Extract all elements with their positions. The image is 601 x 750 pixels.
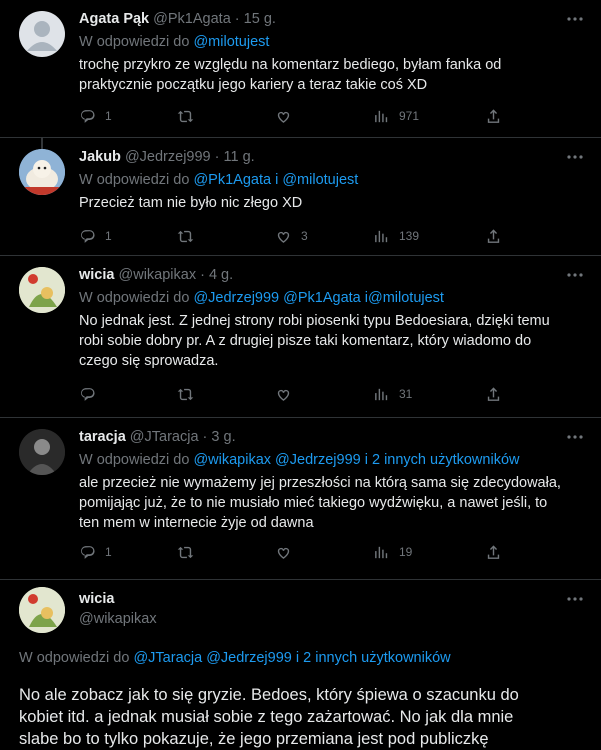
tweet-text: No jednak jest. Z jednej strony robi pio… bbox=[79, 313, 550, 369]
handle[interactable]: @wikapikax bbox=[119, 267, 197, 283]
reply-icon bbox=[81, 387, 95, 401]
replying-to: W odpowiedzi do @milotujest bbox=[79, 34, 270, 50]
tweet-text: Przecież tam nie było nic złego XD bbox=[79, 195, 303, 211]
reply-icon bbox=[81, 109, 95, 123]
share-button[interactable] bbox=[485, 226, 502, 246]
tweet-header: taracja @JTaracja · 3 g. bbox=[79, 429, 236, 445]
avatar[interactable] bbox=[19, 149, 65, 195]
like-icon bbox=[277, 547, 290, 559]
timestamp[interactable]: 11 g. bbox=[224, 149, 255, 165]
main-tweet-text: No ale zobacz jak to się gryzie. Bedoes,… bbox=[19, 686, 519, 748]
timestamp[interactable]: 3 g. bbox=[211, 429, 235, 445]
display-name[interactable]: taracja bbox=[79, 429, 126, 445]
more-icon[interactable] bbox=[565, 589, 585, 609]
share-button[interactable] bbox=[485, 106, 502, 126]
reply-tweet[interactable]: Agata Pąk @Pk1Agata · 15 g. W odpowiedzi… bbox=[0, 0, 601, 138]
tweet-text: ale przecież nie wymażemy jej przeszłośc… bbox=[79, 475, 561, 531]
retweet-button[interactable] bbox=[177, 226, 203, 246]
views-button[interactable]: 139 bbox=[373, 226, 419, 246]
like-button[interactable] bbox=[275, 542, 301, 562]
reply-button[interactable]: 1 bbox=[79, 226, 112, 246]
display-name[interactable]: Agata Pąk bbox=[79, 11, 149, 27]
share-icon bbox=[487, 228, 500, 243]
retweet-icon bbox=[177, 546, 194, 558]
views-button[interactable]: 31 bbox=[373, 384, 412, 404]
display-name[interactable]: Jakub bbox=[79, 149, 121, 165]
reply-icon bbox=[81, 229, 95, 243]
share-icon bbox=[487, 108, 500, 123]
retweet-icon bbox=[177, 110, 194, 122]
more-icon[interactable] bbox=[565, 265, 585, 285]
tweet-header: Agata Pąk @Pk1Agata · 15 g. bbox=[79, 11, 276, 27]
display-name[interactable]: wicia bbox=[79, 267, 114, 283]
views-button[interactable]: 971 bbox=[373, 106, 419, 126]
reply-tweet[interactable]: Jakub @Jedrzej999 · 11 g. W odpowiedzi d… bbox=[0, 137, 601, 256]
replying-to: W odpowiedzi do @JTaracja @Jedrzej999 i … bbox=[19, 650, 451, 666]
action-bar: 31 bbox=[79, 384, 519, 404]
like-icon bbox=[277, 231, 290, 243]
more-icon[interactable] bbox=[565, 427, 585, 447]
handle[interactable]: @JTaracja bbox=[130, 429, 199, 445]
replying-to: W odpowiedzi do @Pk1Agata i @milotujest bbox=[79, 172, 359, 188]
retweet-icon bbox=[177, 230, 194, 242]
author-block: wicia @wikapikax bbox=[79, 591, 157, 627]
action-bar: 1 971 bbox=[79, 106, 519, 126]
views-icon bbox=[375, 230, 388, 242]
like-button[interactable] bbox=[275, 384, 301, 404]
avatar[interactable] bbox=[19, 11, 65, 57]
thread-line bbox=[41, 137, 43, 149]
reply-tweet[interactable]: taracja @JTaracja · 3 g. W odpowiedzi do… bbox=[0, 417, 601, 580]
more-icon[interactable] bbox=[565, 147, 585, 167]
views-icon bbox=[375, 110, 388, 122]
retweet-button[interactable] bbox=[177, 542, 203, 562]
replying-to: W odpowiedzi do @wikapikax @Jedrzej999 i… bbox=[79, 452, 520, 468]
share-button[interactable] bbox=[485, 384, 502, 404]
like-button[interactable]: 3 bbox=[275, 226, 308, 246]
like-button[interactable] bbox=[275, 106, 301, 126]
views-icon bbox=[375, 546, 388, 558]
action-bar: 1 3 139 bbox=[79, 226, 519, 246]
tweet-text: trochę przykro ze względu na komentarz b… bbox=[79, 57, 502, 93]
reply-button[interactable]: 1 bbox=[79, 106, 112, 126]
handle[interactable]: @Jedrzej999 bbox=[125, 149, 211, 165]
timestamp[interactable]: 15 g. bbox=[244, 11, 276, 27]
tweet-header: wicia @wikapikax · 4 g. bbox=[79, 267, 234, 283]
replying-to: W odpowiedzi do @Jedrzej999 @Pk1Agata i@… bbox=[79, 290, 444, 306]
avatar[interactable] bbox=[19, 267, 65, 313]
like-icon bbox=[277, 111, 290, 123]
reply-button[interactable]: 1 bbox=[79, 542, 112, 562]
like-icon bbox=[277, 389, 290, 401]
handle[interactable]: @Pk1Agata bbox=[153, 11, 231, 27]
retweet-button[interactable] bbox=[177, 106, 203, 126]
display-name[interactable]: wicia bbox=[79, 591, 157, 607]
more-icon[interactable] bbox=[565, 9, 585, 29]
share-icon bbox=[487, 386, 500, 401]
reply-button[interactable] bbox=[79, 384, 105, 404]
handle[interactable]: @wikapikax bbox=[79, 611, 157, 627]
reply-tweet[interactable]: wicia @wikapikax · 4 g. W odpowiedzi do … bbox=[0, 255, 601, 418]
share-icon bbox=[487, 544, 500, 559]
avatar[interactable] bbox=[19, 587, 65, 633]
timestamp[interactable]: 4 g. bbox=[209, 267, 233, 283]
retweet-button[interactable] bbox=[177, 384, 203, 404]
mention-link[interactable]: @JTaracja @Jedrzej999 i 2 innych użytkow… bbox=[133, 650, 450, 666]
share-button[interactable] bbox=[485, 542, 502, 562]
tweet-header: Jakub @Jedrzej999 · 11 g. bbox=[79, 149, 255, 165]
views-button[interactable]: 19 bbox=[373, 542, 412, 562]
mention-link[interactable]: @wikapikax @Jedrzej999 i 2 innych użytko… bbox=[193, 452, 519, 468]
avatar[interactable] bbox=[19, 429, 65, 475]
retweet-icon bbox=[177, 388, 194, 400]
action-bar: 1 19 bbox=[79, 542, 519, 562]
mention-link[interactable]: @milotujest bbox=[193, 34, 269, 50]
mention-link[interactable]: @Jedrzej999 @Pk1Agata i@milotujest bbox=[193, 290, 444, 306]
reply-icon bbox=[81, 545, 95, 559]
mention-link[interactable]: @Pk1Agata i @milotujest bbox=[193, 172, 358, 188]
views-icon bbox=[375, 388, 388, 400]
